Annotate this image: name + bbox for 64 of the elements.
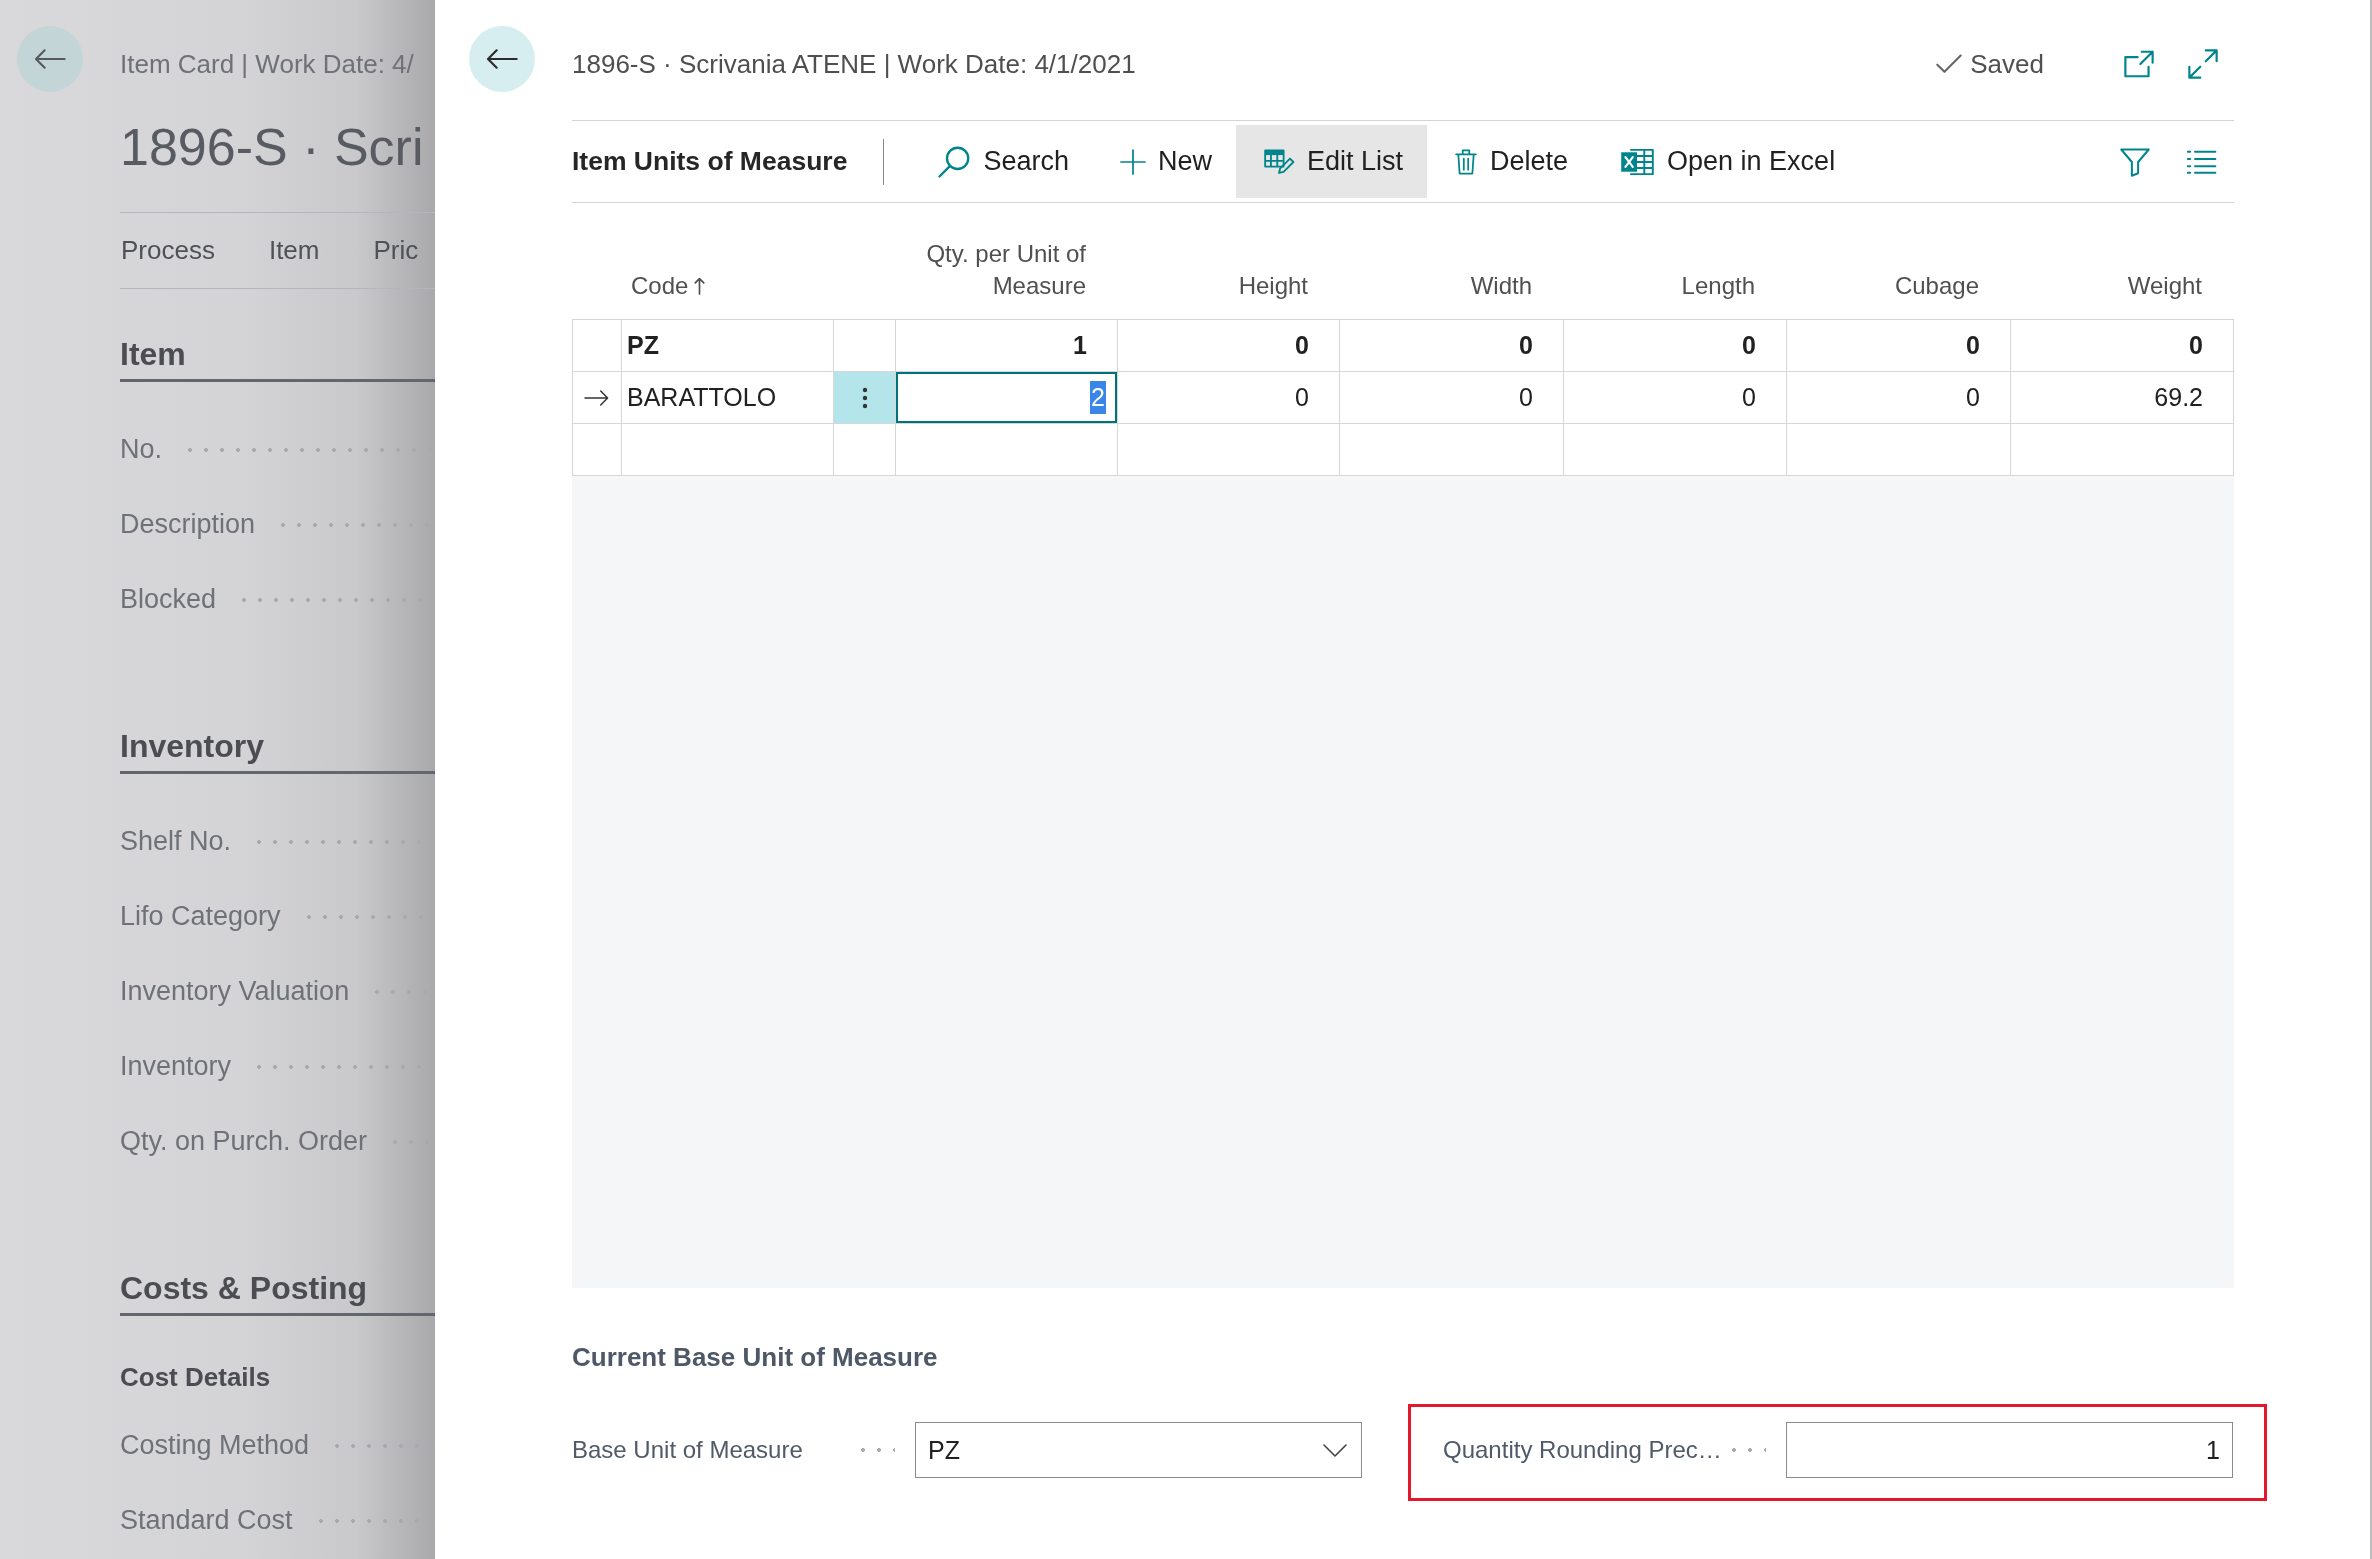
- popout-icon[interactable]: [2124, 50, 2154, 78]
- table-cell: 0: [1787, 320, 2011, 372]
- column-header[interactable]: Length: [1681, 270, 1755, 302]
- filter-icon[interactable]: [2120, 146, 2150, 177]
- dialog-title: 1896-S · Scrivania ATENE | Work Date: 4/1/2021: [572, 48, 1137, 80]
- number-input[interactable]: 1: [1786, 1422, 2233, 1478]
- field-label: Lifo Category: [120, 901, 281, 932]
- record-heading: 1896-S · Scri: [120, 117, 425, 178]
- table-cell: BARATTOLO: [622, 372, 834, 424]
- field-label: No.: [120, 434, 163, 465]
- toolbar-title: Item Units of Measure: [572, 146, 848, 177]
- field-label: Standard Cost: [120, 1505, 293, 1536]
- table-cell: 0: [1564, 320, 1787, 372]
- table-cell: 0: [1118, 320, 1340, 372]
- grid-pencil-icon: [1263, 148, 1294, 175]
- table-cell: 69.2: [2011, 372, 2234, 424]
- trash-icon: [1455, 147, 1477, 176]
- open-in-excel-button[interactable]: Open in Excel: [1592, 125, 1860, 198]
- spreadsheet-icon: [1620, 147, 1655, 176]
- field-label: Base Unit of Measure: [572, 1436, 803, 1464]
- table-cell: 0: [2011, 320, 2234, 372]
- search-button[interactable]: Search: [910, 125, 1093, 198]
- field-label: Costing Method: [120, 1430, 310, 1461]
- column-header[interactable]: Qty. per Unit of Measure: [904, 238, 1086, 302]
- field-label: Inventory: [120, 1051, 232, 1082]
- group-heading: Cost Details: [120, 1361, 271, 1393]
- search-icon: [938, 145, 971, 178]
- expand-icon[interactable]: [2188, 49, 2218, 79]
- more-icon: [861, 385, 868, 410]
- column-header[interactable]: Code: [631, 270, 689, 302]
- column-header[interactable]: Weight: [2127, 270, 2202, 302]
- column-header[interactable]: Cubage: [1894, 270, 1979, 302]
- table-cell: 0: [1340, 320, 1564, 372]
- field-label: Inventory Valuation: [120, 976, 350, 1007]
- field-label: Description: [120, 509, 256, 540]
- page-title: Item Card | Work Date: 4/: [120, 48, 415, 81]
- field-label: Quantity Rounding Prec…: [1443, 1436, 1722, 1464]
- cell-input[interactable]: 2: [896, 372, 1117, 423]
- new-button[interactable]: New: [1092, 125, 1236, 198]
- section-heading: Current Base Unit of Measure: [572, 1341, 939, 1374]
- column-header[interactable]: Width: [1470, 270, 1532, 302]
- chevron-icon: [1323, 1443, 1347, 1457]
- table-cell: 1: [896, 320, 1118, 372]
- table-cell: 0: [1340, 372, 1564, 424]
- list-icon[interactable]: [2186, 149, 2216, 174]
- edit-list-button[interactable]: Edit List: [1235, 125, 1427, 198]
- check-icon: [1936, 54, 1963, 74]
- field-label: Shelf No.: [120, 826, 232, 857]
- dropdown[interactable]: PZ: [915, 1422, 1362, 1478]
- delete-button[interactable]: Delete: [1427, 125, 1593, 198]
- back-arrow-icon: [34, 48, 66, 70]
- column-header[interactable]: Height: [1238, 270, 1308, 302]
- action-menu[interactable]: Item: [268, 235, 320, 266]
- table-cell: 0: [1118, 372, 1340, 424]
- back-arrow-icon: [486, 48, 518, 70]
- save-status: Saved: [1970, 48, 2044, 80]
- table-cell: 0: [1787, 372, 2011, 424]
- field-label: Blocked: [120, 584, 217, 615]
- table-cell: PZ: [622, 320, 834, 372]
- plus-icon: [1120, 149, 1145, 174]
- action-menu[interactable]: Process: [121, 235, 215, 266]
- field-label: Qty. on Purch. Order: [120, 1126, 368, 1157]
- action-menu[interactable]: Pric: [373, 235, 419, 266]
- table-cell: 0: [1564, 372, 1787, 424]
